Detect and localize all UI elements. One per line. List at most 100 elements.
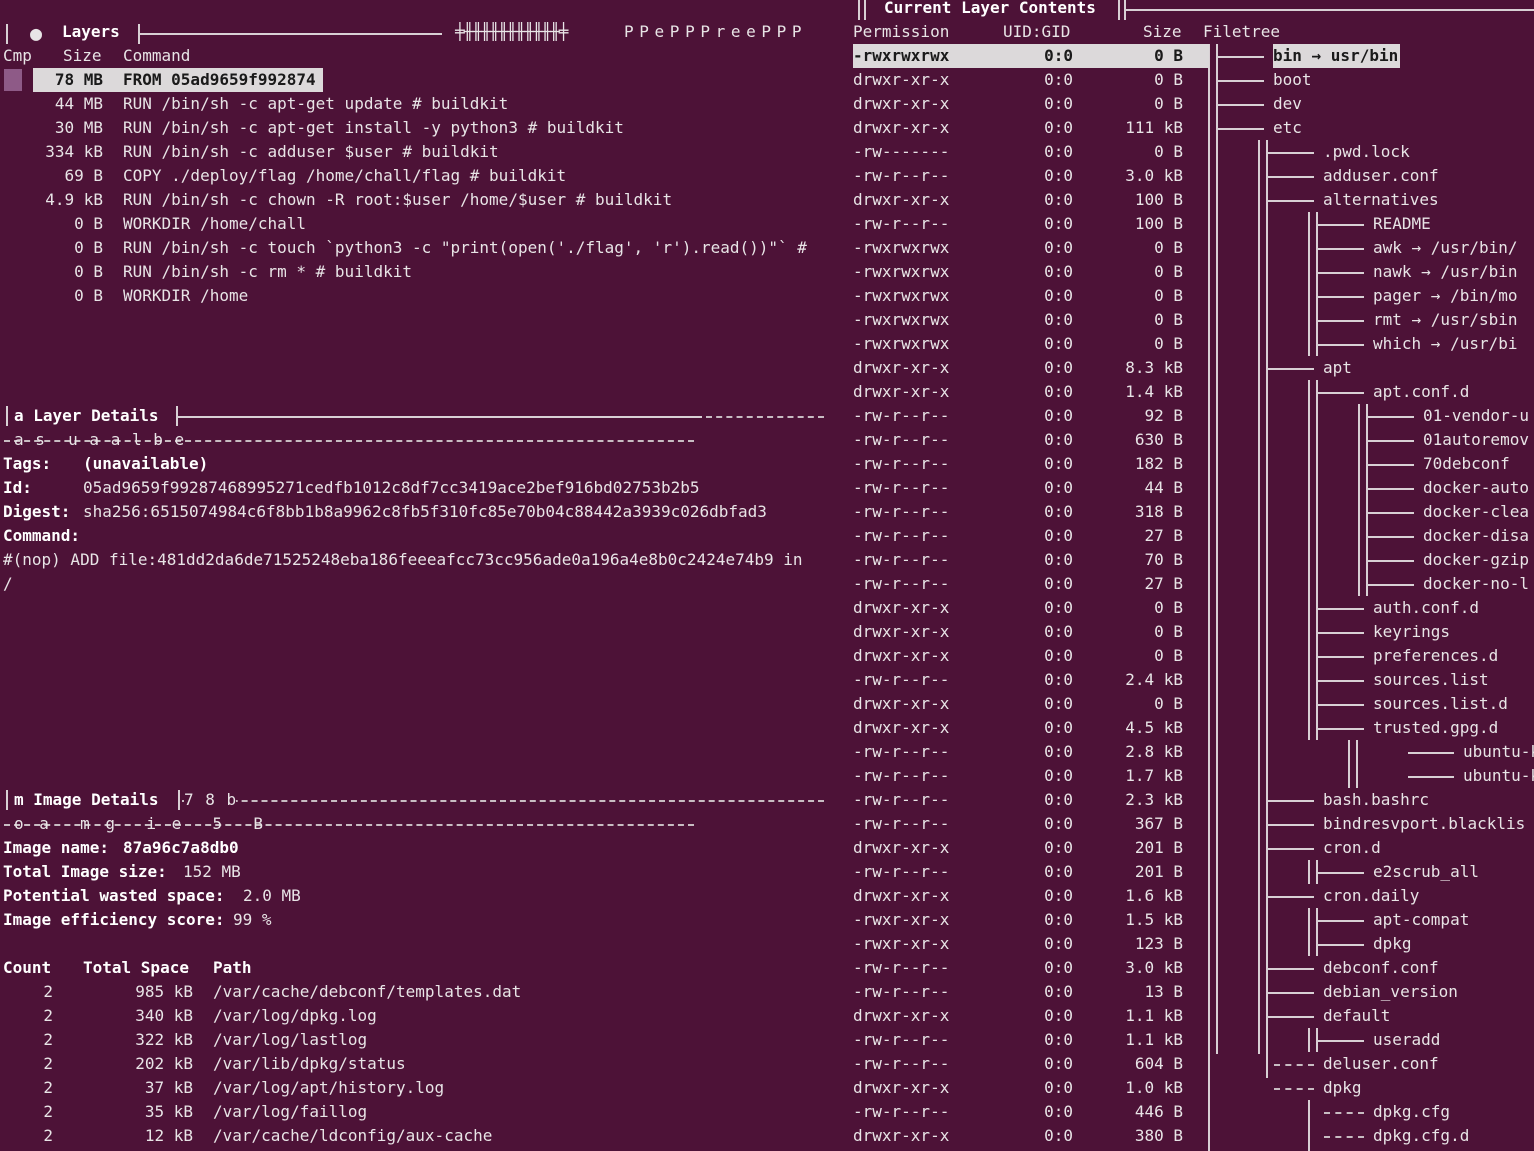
waste-path[interactable]: /var/lib/dpkg/status [213, 1052, 406, 1076]
file-name[interactable]: trusted.gpg.d [1373, 716, 1498, 740]
tree-guide [1366, 404, 1368, 596]
file-size: 0 B [1154, 46, 1183, 65]
file-permission: drwxr-xr-x [853, 838, 950, 857]
tree-branch [1368, 512, 1414, 514]
file-name[interactable]: dpkg [1373, 932, 1412, 956]
file-name[interactable]: sources.list.d [1373, 692, 1508, 716]
layer-size[interactable]: 0 B [33, 236, 103, 260]
waste-path[interactable]: /var/log/dpkg.log [213, 1004, 377, 1028]
layer-size[interactable]: 30 MB [33, 116, 103, 140]
file-name[interactable]: 01-vendor-u [1423, 404, 1529, 428]
file-permission: drwxr-xr-x [853, 694, 950, 713]
layer-size[interactable]: 334 kB [33, 140, 103, 164]
file-name[interactable]: rmt → /usr/sbin [1373, 308, 1518, 332]
layer-command[interactable]: RUN /bin/sh -c apt-get update # buildkit [123, 92, 508, 116]
file-name[interactable]: preferences.d [1373, 644, 1498, 668]
file-name[interactable]: apt.conf.d [1373, 380, 1469, 404]
file-name[interactable]: e2scrub_all [1373, 860, 1479, 884]
file-name[interactable]: docker-gzip [1423, 548, 1529, 572]
tree-guide [1348, 740, 1350, 788]
file-name[interactable]: docker-auto [1423, 476, 1529, 500]
layer-size[interactable]: 4.9 kB [33, 188, 103, 212]
layer-command[interactable]: RUN /bin/sh -c chown -R root:$user /home… [123, 188, 672, 212]
file-name[interactable]: .pwd.lock [1323, 140, 1410, 164]
file-name[interactable]: adduser.conf [1323, 164, 1439, 188]
waste-path[interactable]: /var/log/lastlog [213, 1028, 367, 1052]
file-name[interactable]: dpkg.cfg.d [1373, 1124, 1469, 1148]
tree-branch [1268, 848, 1314, 850]
file-name[interactable]: dpkg [1323, 1076, 1362, 1100]
file-name[interactable]: ubuntu-keyri [1463, 764, 1534, 788]
layer-size[interactable]: 44 MB [33, 92, 103, 116]
waste-path[interactable]: /var/log/apt/history.log [213, 1076, 444, 1100]
waste-count: 2 [43, 1102, 53, 1121]
file-name[interactable]: cron.d [1323, 836, 1381, 860]
file-name[interactable]: alternatives [1323, 188, 1439, 212]
file-name[interactable]: etc [1273, 116, 1302, 140]
file-uid-gid: 0:0 [1044, 622, 1073, 641]
layer-command[interactable]: RUN /bin/sh -c rm * # buildkit [123, 260, 412, 284]
file-permission: -rw-r--r-- [853, 406, 950, 425]
waste-path[interactable]: /var/cache/debconf/templates.dat [213, 980, 521, 1004]
file-size: 0 B [1154, 598, 1183, 617]
layer-command[interactable]: COPY ./deploy/flag /home/chall/flag # bu… [123, 164, 566, 188]
layer-size[interactable]: 78 MB [33, 68, 103, 92]
file-name[interactable]: boot [1273, 68, 1312, 92]
file-name[interactable]: debian_version [1323, 980, 1458, 1004]
file-name[interactable]: nawk → /usr/bin [1373, 260, 1518, 284]
file-name[interactable]: 01autoremov [1423, 428, 1529, 452]
file-name[interactable]: bin → usr/bin [1273, 44, 1401, 68]
layer-size[interactable]: 0 B [33, 212, 103, 236]
file-name[interactable]: dev [1273, 92, 1302, 116]
file-name[interactable]: apt-compat [1373, 908, 1469, 932]
file-permission: -rwxrwxrwx [853, 286, 950, 305]
layer-command[interactable]: RUN /bin/sh -c apt-get install -y python… [123, 116, 624, 140]
layer-size[interactable]: 0 B [33, 284, 103, 308]
file-name[interactable]: ubuntu-keyri [1463, 740, 1534, 764]
file-name[interactable]: cron.daily [1323, 884, 1419, 908]
layer-command[interactable]: FROM 05ad9659f992874 [123, 68, 316, 92]
file-name[interactable]: sources.list [1373, 668, 1489, 692]
file-name[interactable]: docker-no-l [1423, 572, 1529, 596]
file-size: 44 B [1144, 478, 1183, 497]
layer-compare-marker [4, 69, 22, 91]
waste-path[interactable]: /var/cache/ldconfig/aux-cache [213, 1124, 492, 1148]
file-name[interactable]: 70debconf [1423, 452, 1510, 476]
subheader-glyphs: a s u a a l b e [14, 430, 185, 449]
layer-command[interactable]: RUN /bin/sh -c touch `python3 -c "print(… [123, 236, 807, 260]
file-name[interactable]: dpkg.cfg [1373, 1100, 1450, 1124]
id-value: 05ad9659f99287468995271cedfb1012c8df7cc3… [83, 478, 700, 497]
file-name[interactable]: deluser.conf [1323, 1052, 1439, 1076]
file-name[interactable]: which → /usr/bi [1373, 332, 1518, 356]
file-name[interactable]: auth.conf.d [1373, 596, 1479, 620]
file-name[interactable]: pager → /bin/mo [1373, 284, 1518, 308]
waste-path[interactable]: /var/log/faillog [213, 1100, 367, 1124]
file-name[interactable]: docker-clea [1423, 500, 1529, 524]
file-permission: -rw-r--r-- [853, 982, 950, 1001]
tree-guide [1266, 140, 1268, 1078]
file-size: 0 B [1154, 262, 1183, 281]
layer-command[interactable]: WORKDIR /home/chall [123, 212, 306, 236]
layer-command[interactable]: WORKDIR /home [123, 284, 248, 308]
file-name[interactable]: useradd [1373, 1028, 1440, 1052]
file-name[interactable]: docker-disa [1423, 524, 1529, 548]
layer-size[interactable]: 69 B [33, 164, 103, 188]
waste-total: 202 kB [135, 1054, 193, 1073]
waste-total: 12 kB [144, 1126, 193, 1145]
file-name[interactable]: README [1373, 212, 1431, 236]
file-name[interactable]: bindresvport.blacklis [1323, 812, 1525, 836]
file-uid-gid: 0:0 [1044, 454, 1073, 473]
file-name[interactable]: keyrings [1373, 620, 1450, 644]
tree-branch [1318, 224, 1364, 226]
file-name[interactable]: debconf.conf [1323, 956, 1439, 980]
layer-size[interactable]: 0 B [33, 260, 103, 284]
file-name[interactable]: default [1323, 1004, 1390, 1028]
file-name[interactable]: bash.bashrc [1323, 788, 1429, 812]
file-name[interactable]: apt [1323, 356, 1352, 380]
file-uid-gid: 0:0 [1044, 502, 1073, 521]
panel-border [6, 406, 8, 426]
file-name[interactable]: awk → /usr/bin/ [1373, 236, 1518, 260]
file-uid-gid: 0:0 [1044, 862, 1073, 881]
layer-command[interactable]: RUN /bin/sh -c adduser $user # buildkit [123, 140, 499, 164]
tree-guide [1258, 140, 1260, 1054]
